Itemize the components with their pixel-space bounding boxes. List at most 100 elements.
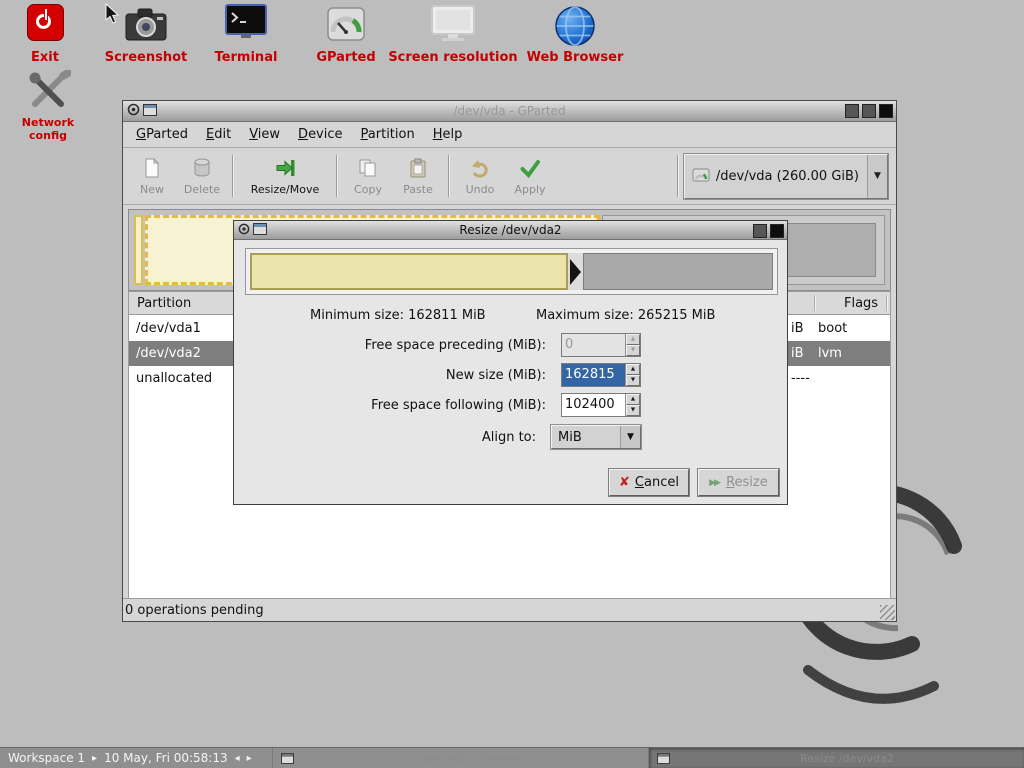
gparted-disk-icon xyxy=(296,4,396,48)
menu-help[interactable]: Help xyxy=(424,123,472,146)
workspace-label[interactable]: Workspace 1 xyxy=(8,751,85,765)
toolbar-apply-button[interactable]: Apply xyxy=(505,150,555,202)
toolbar-separator xyxy=(677,155,679,197)
tools-icon xyxy=(2,70,94,114)
desktop-icon-label: Network config xyxy=(2,116,94,142)
input-value-selected: 162815 xyxy=(562,364,625,386)
desktop-icon-web-browser[interactable]: Web Browser xyxy=(515,4,635,65)
resize-free-space-block[interactable] xyxy=(583,253,773,290)
flags-cell: lvm xyxy=(818,346,842,361)
desktop-icon-exit[interactable]: Exit xyxy=(10,4,80,65)
toolbar-copy-button[interactable]: Copy xyxy=(343,150,393,202)
resize-button[interactable]: ▶▶ Resize xyxy=(698,469,779,496)
toolbar-label: Apply xyxy=(514,183,545,196)
chevron-down-icon[interactable]: ▼ xyxy=(867,155,887,198)
spin-down-icon[interactable]: ▼ xyxy=(626,375,640,386)
toolbar: New Delete Resize/Move Copy xyxy=(123,148,896,205)
spin-up-icon[interactable]: ▲ xyxy=(626,334,640,345)
camera-icon xyxy=(96,4,196,48)
apply-check-icon xyxy=(519,157,541,182)
desktop-icon-screenshot[interactable]: Screenshot xyxy=(96,4,196,65)
desktop-icon-label: Screenshot xyxy=(96,50,196,65)
menu-view[interactable]: View xyxy=(240,123,289,146)
dialog-titlebar[interactable]: Resize /dev/vda2 xyxy=(234,221,787,240)
resize-button-label: Resize xyxy=(726,475,768,490)
toolbar-resize-move-button[interactable]: Resize/Move xyxy=(239,150,331,202)
menu-edit[interactable]: Edit xyxy=(197,123,240,146)
desktop-icon-label: Exit xyxy=(10,50,80,65)
toolbar-separator xyxy=(448,155,450,197)
resize-drag-handle[interactable] xyxy=(568,253,583,290)
chevron-down-icon: ▼ xyxy=(620,426,640,448)
spin-down-icon[interactable]: ▼ xyxy=(626,405,640,416)
clock-prev-icon[interactable]: ◂ xyxy=(235,753,240,764)
delete-partition-icon xyxy=(191,157,213,182)
menu-gparted[interactable]: GParted xyxy=(127,123,197,146)
desktop-icon-screen-resolution[interactable]: Screen resolution xyxy=(383,4,523,65)
maximum-size-text: Maximum size: 265215 MiB xyxy=(536,308,715,323)
toolbar-separator xyxy=(232,155,234,197)
monitor-icon xyxy=(383,4,523,48)
column-header-partition[interactable]: Partition xyxy=(137,296,191,311)
toolbar-delete-button[interactable]: Delete xyxy=(177,150,227,202)
partition-name-cell: /dev/vda1 xyxy=(136,321,201,336)
resize-visual xyxy=(245,248,778,295)
disk-icon xyxy=(692,167,710,186)
resize-arrows-icon: ▶▶ xyxy=(709,478,721,488)
task-window-icon xyxy=(281,753,294,764)
toolbar-paste-button[interactable]: Paste xyxy=(393,150,443,202)
column-header-flags[interactable]: Flags xyxy=(844,296,878,311)
workspace-next-icon[interactable]: ▸ xyxy=(92,753,97,764)
toolbar-label: New xyxy=(140,183,164,196)
maximize-button[interactable] xyxy=(753,224,767,238)
desktop-icon-label: Web Browser xyxy=(515,50,635,65)
partition-name-cell: /dev/vda2 xyxy=(136,346,201,361)
cancel-button[interactable]: ✘ Cancel xyxy=(609,469,689,496)
taskbar-task-resize-dialog[interactable]: Resize /dev/vda2 xyxy=(648,748,1024,768)
cancel-x-icon: ✘ xyxy=(619,475,630,490)
status-bar: 0 operations pending xyxy=(123,598,896,621)
resize-grip[interactable] xyxy=(880,605,895,620)
free-space-preceding-input[interactable]: 0 ▲ ▼ xyxy=(561,333,641,357)
partition-vda1-block[interactable] xyxy=(134,215,143,285)
resize-partition-block[interactable] xyxy=(250,253,568,290)
spin-down-icon[interactable]: ▼ xyxy=(626,345,640,356)
desktop-icon-label: Terminal xyxy=(196,50,296,65)
menu-partition[interactable]: Partition xyxy=(352,123,424,146)
toolbar-undo-button[interactable]: Undo xyxy=(455,150,505,202)
desktop: Exit Screenshot Terminal xyxy=(0,0,1024,768)
copy-icon xyxy=(357,157,379,182)
undo-icon xyxy=(469,157,491,182)
input-value: 0 xyxy=(562,334,625,356)
free-space-following-input[interactable]: 102400 ▲ ▼ xyxy=(561,393,641,417)
window-menu-icon[interactable] xyxy=(238,223,250,238)
close-button[interactable] xyxy=(770,224,784,238)
resize-dialog: Resize /dev/vda2 Minimum size: 162811 Mi… xyxy=(233,220,788,505)
input-value: 102400 xyxy=(562,394,625,416)
clock-next-icon[interactable]: ▸ xyxy=(247,753,252,764)
toolbar-new-button[interactable]: New xyxy=(127,150,177,202)
maximize-button[interactable] xyxy=(862,104,876,118)
globe-icon xyxy=(515,4,635,48)
spin-up-icon[interactable]: ▲ xyxy=(626,364,640,375)
new-size-label: New size (MiB): xyxy=(246,368,561,383)
spin-up-icon[interactable]: ▲ xyxy=(626,394,640,405)
size-fragment-cell: ---- xyxy=(791,371,810,386)
task-window-icon xyxy=(657,753,670,764)
window-menu-icon[interactable] xyxy=(127,103,140,119)
menu-device[interactable]: Device xyxy=(289,123,351,146)
desktop-icon-gparted[interactable]: GParted xyxy=(296,4,396,65)
desktop-icon-terminal[interactable]: Terminal xyxy=(196,4,296,65)
close-button[interactable] xyxy=(879,104,893,118)
toolbar-label: Undo xyxy=(466,183,495,196)
clock: 10 May, Fri 00:58:13 xyxy=(104,751,228,765)
new-size-input[interactable]: 162815 ▲ ▼ xyxy=(561,363,641,387)
gparted-titlebar[interactable]: /dev/vda - GParted xyxy=(123,101,896,122)
desktop-icon-network-config[interactable]: Network config xyxy=(2,70,94,142)
minimize-button[interactable] xyxy=(845,104,859,118)
align-to-dropdown[interactable]: MiB ▼ xyxy=(551,425,641,449)
window-app-icon xyxy=(143,104,157,119)
device-selector[interactable]: /dev/vda (260.00 GiB) ▼ xyxy=(684,154,888,199)
dialog-title: Resize /dev/vda2 xyxy=(234,223,787,237)
taskbar-task-gparted[interactable]: /dev/vda - GParted xyxy=(272,748,648,768)
